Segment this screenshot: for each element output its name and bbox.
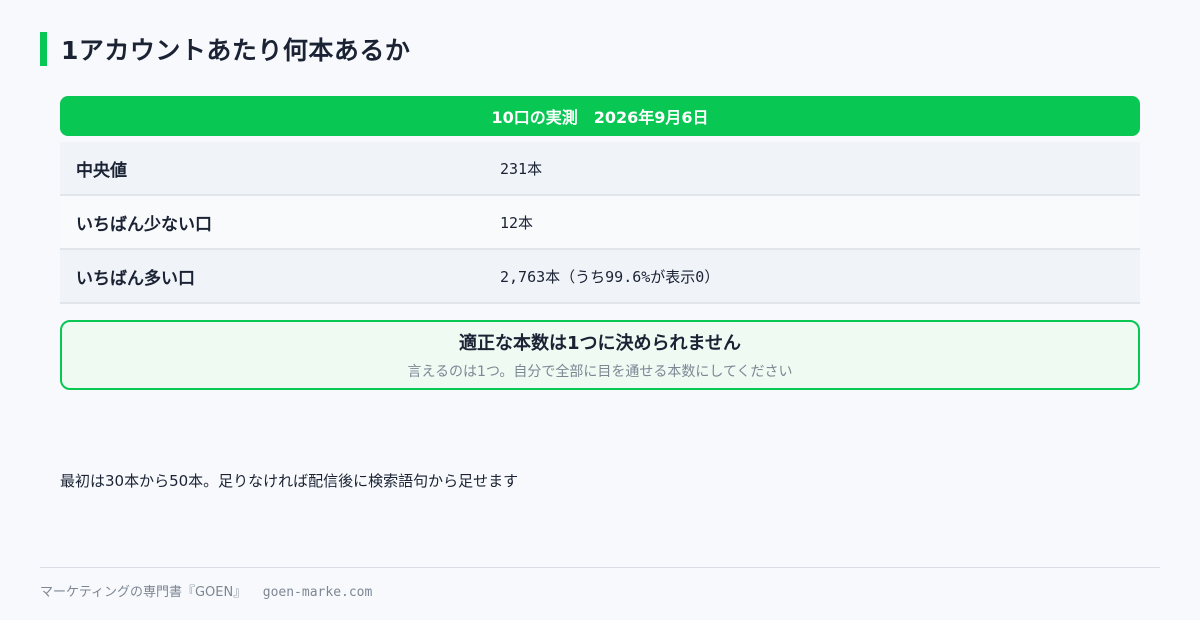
table-header: 10口の実測 2026年9月6日 — [60, 96, 1140, 136]
page: 1アカウントあたり何本あるか 10口の実測 2026年9月6日 中央値 231本… — [0, 0, 1200, 620]
table-body: 中央値 231本 いちばん少ない口 12本 いちばん多い口 2,763本（うち9… — [60, 142, 1140, 304]
footer: マーケティングの専門書『GOEN』 goen-marke.com — [40, 581, 372, 600]
footer-divider — [40, 567, 1160, 568]
recommendation-note: 最初は30本から50本。足りなければ配信後に検索語句から足せます — [60, 472, 519, 490]
row-value: 12本 — [500, 213, 534, 232]
title-accent-bar — [40, 32, 47, 66]
table-row-min: いちばん少ない口 12本 — [60, 196, 1140, 250]
table-row-median: 中央値 231本 — [60, 142, 1140, 196]
row-label: 中央値 — [76, 160, 127, 181]
callout-subtitle: 言えるのは1つ。自分で全部に目を通せる本数にしてください — [407, 364, 793, 380]
table-row-max: いちばん多い口 2,763本（うち99.6%が表示0） — [60, 250, 1140, 304]
row-value: 2,763本（うち99.6%が表示0） — [500, 267, 720, 286]
footer-url: goen-marke.com — [262, 585, 373, 600]
row-label: いちばん多い口 — [76, 268, 195, 289]
page-title: 1アカウントあたり何本あるか — [61, 36, 411, 65]
callout-title: 適正な本数は1つに決められません — [459, 333, 741, 354]
page-heading: 1アカウントあたり何本あるか — [40, 32, 410, 66]
row-label: いちばん少ない口 — [76, 214, 212, 235]
callout-box: 適正な本数は1つに決められません 言えるのは1つ。自分で全部に目を通せる本数にし… — [60, 320, 1140, 390]
measurement-table: 10口の実測 2026年9月6日 中央値 231本 いちばん少ない口 12本 い… — [60, 96, 1140, 304]
row-value: 231本 — [500, 159, 543, 178]
footer-brand: マーケティングの専門書『GOEN』 — [40, 585, 247, 600]
